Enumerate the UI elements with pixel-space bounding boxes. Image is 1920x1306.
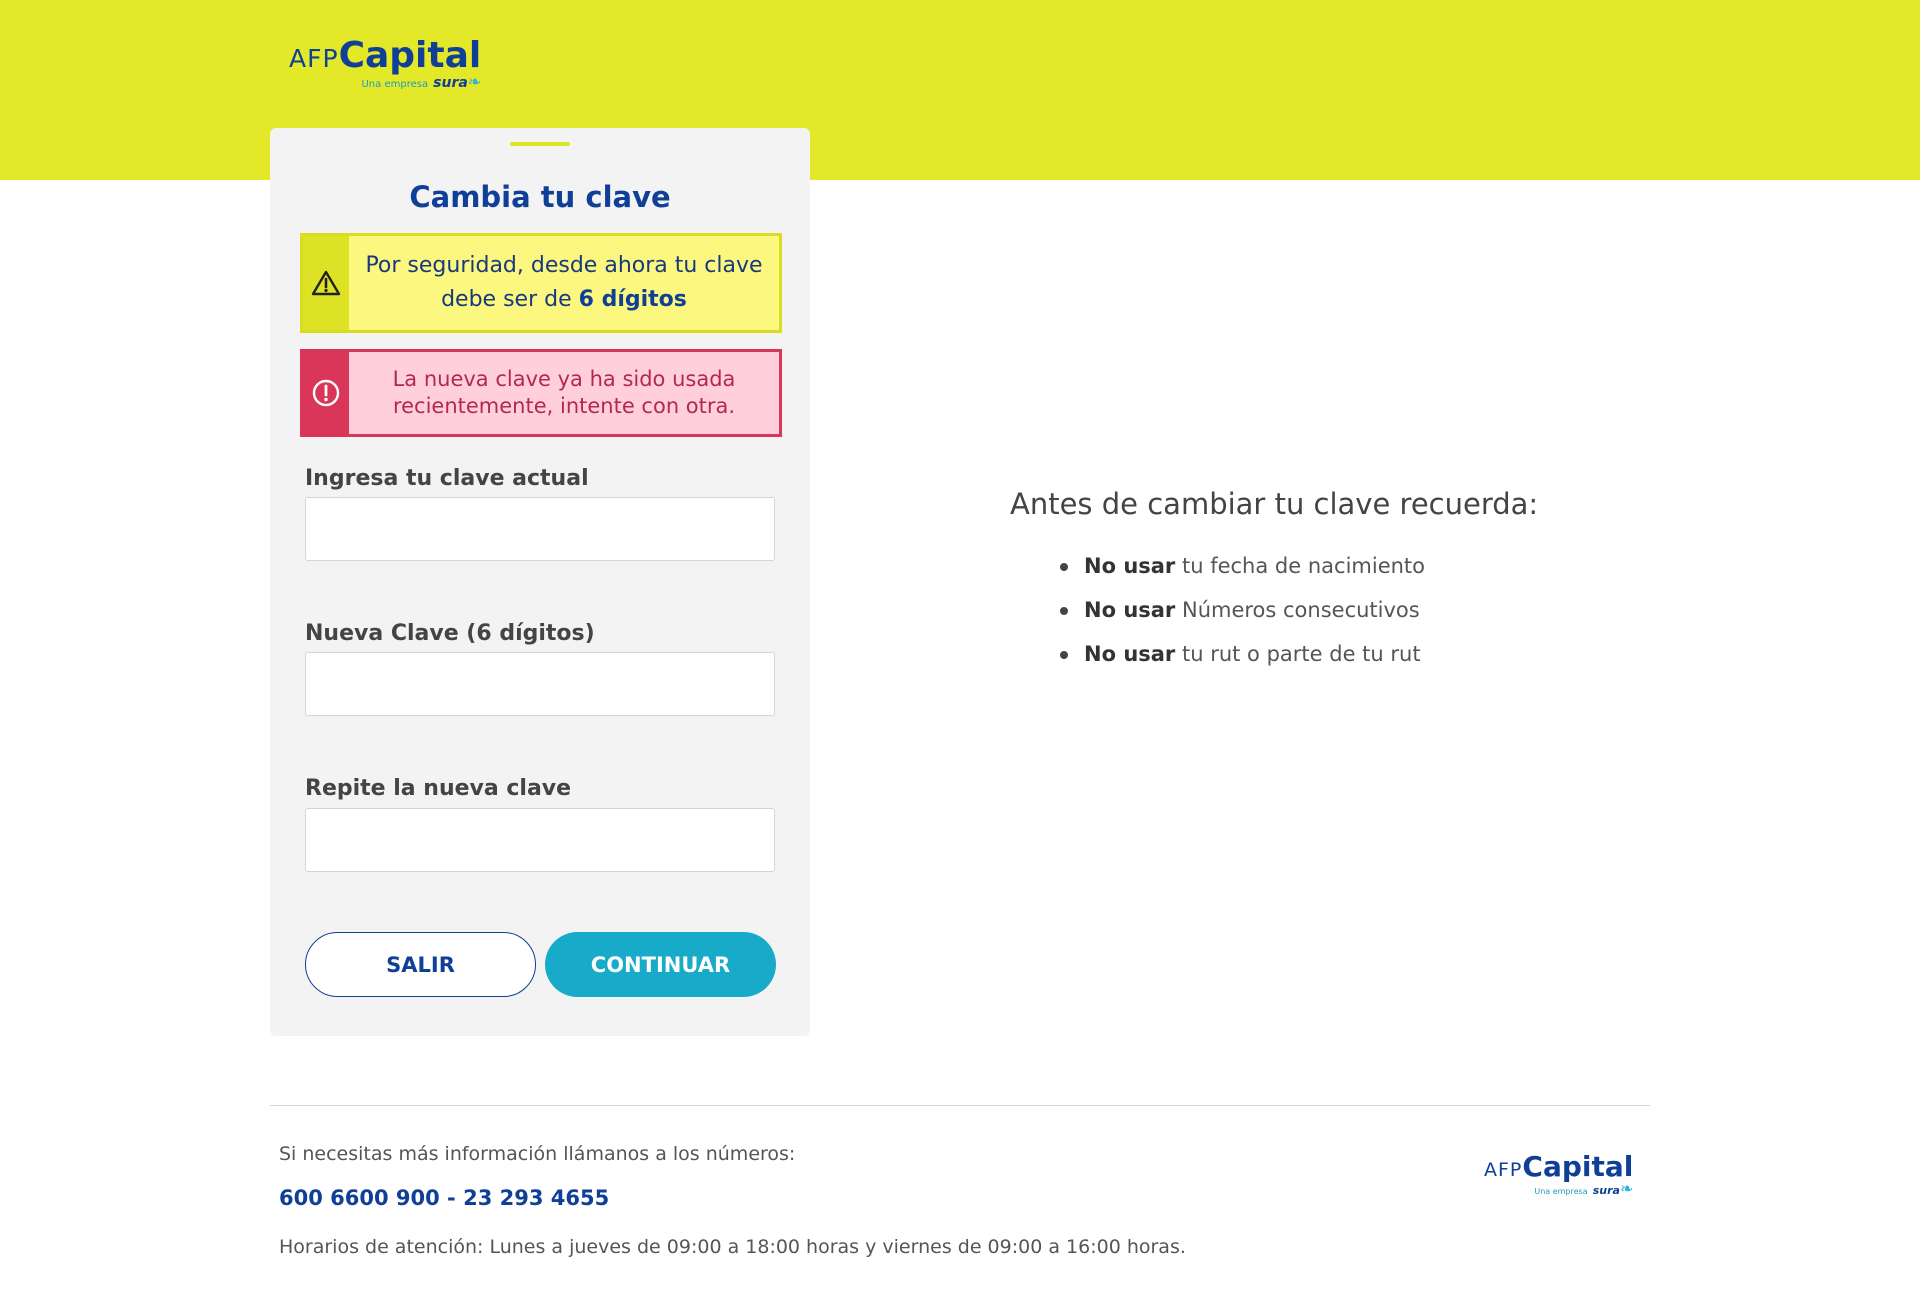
remember-item-bold: No usar <box>1084 554 1176 578</box>
repeat-password-input[interactable] <box>305 808 775 872</box>
remember-list: No usar tu fecha de nacimiento No usar N… <box>1060 548 1425 680</box>
footer-logo[interactable]: AFPCapital Una empresa sura❧ <box>1484 1153 1633 1197</box>
new-password-label: Nueva Clave (6 dígitos) <box>305 621 595 646</box>
remember-title: Antes de cambiar tu clave recuerda: <box>1010 487 1539 521</box>
logo-tagline: Una empresa <box>1534 1187 1588 1196</box>
page-title: Cambia tu clave <box>409 180 671 214</box>
logo-capital-text: Capital <box>1522 1150 1634 1183</box>
footer-phone-numbers[interactable]: 600 6600 900 - 23 293 4655 <box>279 1186 609 1210</box>
logo-sura-text: sura <box>1592 1184 1620 1197</box>
remember-item: No usar tu fecha de nacimiento <box>1060 548 1425 592</box>
afp-capital-logo[interactable]: AFPCapital Una empresa sura❧ <box>289 35 482 91</box>
current-password-label: Ingresa tu clave actual <box>305 466 589 491</box>
card-accent-bar <box>510 142 570 146</box>
warning-text: Por seguridad, desde ahora tu clave debe… <box>349 236 779 330</box>
remember-item-bold: No usar <box>1084 642 1176 666</box>
remember-item-text: tu rut o parte de tu rut <box>1181 642 1421 666</box>
footer-divider <box>270 1105 1650 1106</box>
bullet-icon <box>1060 563 1068 571</box>
bullet-icon <box>1060 607 1068 615</box>
logo-capital-text: Capital <box>338 35 482 76</box>
error-message: La nueva clave ya ha sido usada reciente… <box>392 367 736 418</box>
warning-triangle-icon <box>303 236 349 330</box>
footer-info-text: Si necesitas más información llámanos a … <box>279 1143 796 1165</box>
exclamation-circle-icon <box>303 352 349 434</box>
logo-afp-text: AFP <box>289 44 339 73</box>
logo-afp-text: AFP <box>1484 1159 1523 1181</box>
exit-button[interactable]: SALIR <box>305 932 536 997</box>
new-password-input[interactable] <box>305 652 775 716</box>
security-warning-alert: Por seguridad, desde ahora tu clave debe… <box>300 233 782 333</box>
remember-item: No usar Números consecutivos <box>1060 592 1425 636</box>
current-password-input[interactable] <box>305 497 775 561</box>
remember-item: No usar tu rut o parte de tu rut <box>1060 636 1425 680</box>
logo-tagline: Una empresa <box>361 79 429 90</box>
footer-hours-text: Horarios de atención: Lunes a jueves de … <box>279 1236 1186 1258</box>
remember-item-text: Números consecutivos <box>1181 598 1420 622</box>
change-password-card: Cambia tu clave Por seguridad, desde aho… <box>270 128 810 1036</box>
remember-item-bold: No usar <box>1084 598 1176 622</box>
continue-button[interactable]: CONTINUAR <box>545 932 776 997</box>
remember-item-text: tu fecha de nacimiento <box>1181 554 1426 578</box>
logo-sura-text: sura <box>433 75 468 91</box>
sura-leaf-icon: ❧ <box>1619 1179 1634 1198</box>
sura-leaf-icon: ❧ <box>467 72 482 91</box>
repeat-password-label: Repite la nueva clave <box>305 776 572 801</box>
bullet-icon <box>1060 651 1068 659</box>
warning-message: Por seguridad, desde ahora tu clave debe… <box>365 253 763 312</box>
warning-digits: 6 dígitos <box>578 287 687 312</box>
error-alert: La nueva clave ya ha sido usada reciente… <box>300 349 782 437</box>
